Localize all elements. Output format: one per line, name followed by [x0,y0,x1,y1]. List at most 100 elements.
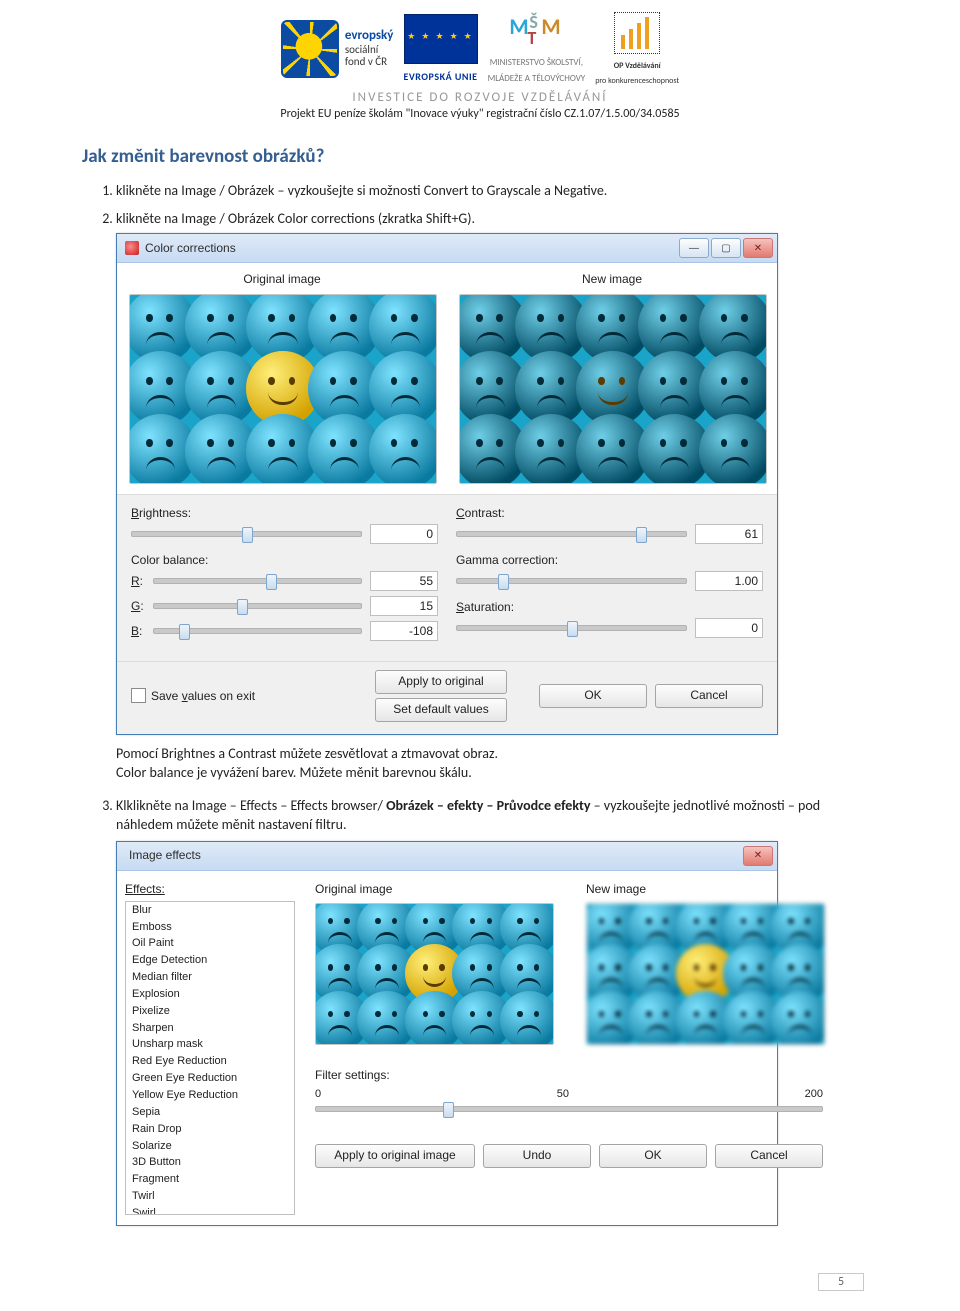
op-l1: OP Vzdělávání [614,62,661,71]
effects-item[interactable]: 3D Button [126,1154,294,1171]
window-titlebar[interactable]: Color corrections — ▢ ✕ [117,234,777,263]
ie-original-preview [315,903,554,1045]
gamma-value[interactable]: 1.00 [695,571,763,591]
app-icon [125,241,139,255]
effects-item[interactable]: Green Eye Reduction [126,1070,294,1087]
b-label: B: [131,623,145,639]
steps-list: klikněte na Image / Obrázek – vyzkoušejt… [116,182,870,1226]
eu-label: EVROPSKÁ UNIE [403,70,477,83]
step-1: klikněte na Image / Obrázek – vyzkoušejt… [116,182,870,201]
effects-item[interactable]: Yellow Eye Reduction [126,1087,294,1104]
step-3b: Obrázek – efekty – Průvodce efekty [386,797,590,814]
esf-text: evropský sociální fond v ČR [345,29,394,69]
cancel-button[interactable]: Cancel [655,684,763,708]
effects-item[interactable]: Edge Detection [126,952,294,969]
effects-item[interactable]: Twirl [126,1188,294,1205]
scale-0: 0 [315,1087,321,1102]
gamma-slider[interactable] [456,578,687,584]
msmt-l2: MLÁDEŽE A TĚLOVÝCHOVY [488,74,586,84]
after-step2-line2: Color balance je vyvážení barev. Můžete … [116,764,472,781]
ie-ok-button[interactable]: OK [599,1144,707,1168]
gamma-label: Gamma correction: [456,552,763,568]
minimize-button[interactable]: — [679,238,709,258]
filter-settings-label: Filter settings: [315,1068,390,1082]
header-logos: evropský sociální fond v ČR EVROPSKÁ UNI… [0,12,960,86]
close-button[interactable]: ✕ [743,238,773,258]
effects-item[interactable]: Oil Paint [126,935,294,952]
effects-label: Effects: [125,881,295,897]
ie-new-preview [586,903,825,1045]
save-values-checkbox[interactable]: Save values on exit [131,688,367,704]
effects-listbox[interactable]: BlurEmbossOil PaintEdge DetectionMedian … [125,901,295,1215]
step-2: klikněte na Image / Obrázek Color correc… [116,210,870,782]
effects-item[interactable]: Median filter [126,969,294,986]
effects-item[interactable]: Blur [126,902,294,919]
g-value[interactable]: 15 [370,596,438,616]
ie-window-title: Image effects [125,847,743,863]
window-title: Color corrections [145,240,679,256]
scale-200: 200 [805,1087,823,1102]
contrast-slider[interactable] [456,531,687,537]
saturation-label: Saturation: [456,599,763,615]
page-number: 5 [818,1273,864,1291]
r-value[interactable]: 55 [370,571,438,591]
step-2-text: klikněte na Image / Obrázek Color correc… [116,210,475,227]
eu-logo: EVROPSKÁ UNIE [403,14,477,83]
step-3: Klklikněte na Image – Effects – Effects … [116,797,870,1226]
filter-slider[interactable] [315,1106,823,1112]
saturation-slider[interactable] [456,625,687,631]
ie-apply-button[interactable]: Apply to original image [315,1144,475,1168]
ok-button[interactable]: OK [539,684,647,708]
effects-item[interactable]: Explosion [126,986,294,1003]
maximize-button[interactable]: ▢ [711,238,741,258]
ie-undo-button[interactable]: Undo [483,1144,591,1168]
effects-item[interactable]: Sharpen [126,1020,294,1037]
checkbox-icon [131,688,146,703]
r-slider[interactable] [153,578,362,584]
effects-item[interactable]: Swirl [126,1205,294,1215]
scale-50: 50 [557,1087,569,1102]
ie-cancel-button[interactable]: Cancel [715,1144,823,1168]
msmt-logo: MŠMT MINISTERSTVO ŠKOLSTVÍ, MLÁDEŽE A TĚ… [488,13,586,84]
effects-item[interactable]: Sepia [126,1104,294,1121]
g-label: G: [131,598,145,614]
b-slider[interactable] [153,628,362,634]
effects-item[interactable]: Rain Drop [126,1121,294,1138]
step-3a: Klklikněte na Image – Effects – Effects … [116,797,386,814]
contrast-label: Contrast: [456,505,763,521]
ie-close-button[interactable]: ✕ [743,846,773,866]
msmt-icon: MŠMT [509,13,563,49]
op-l2: pro konkurenceschopnost [595,77,679,86]
apply-to-original-button[interactable]: Apply to original [375,670,507,694]
brightness-label: BBrightness:rightness: [131,505,438,521]
saturation-value[interactable]: 0 [695,618,763,638]
effects-item[interactable]: Solarize [126,1138,294,1155]
effects-item[interactable]: Pixelize [126,1003,294,1020]
original-image-preview [129,294,437,484]
set-default-values-button[interactable]: Set default values [375,698,507,722]
color-corrections-window: Color corrections — ▢ ✕ Original image [116,233,778,735]
op-logo: OP Vzdělávání pro konkurenceschopnost [595,12,679,86]
effects-item[interactable]: Unsharp mask [126,1036,294,1053]
ie-new-label: New image [586,881,823,897]
brightness-slider[interactable] [131,531,362,537]
new-image-label: New image [459,271,765,287]
msmt-l1: MINISTERSTVO ŠKOLSTVÍ, [490,58,583,68]
effects-item[interactable]: Red Eye Reduction [126,1053,294,1070]
after-step2-line1: Pomocí Brightnes a Contrast můžete zesvě… [116,745,498,762]
brightness-value[interactable]: 0 [370,524,438,544]
g-slider[interactable] [153,603,362,609]
esf-l2: sociální [345,43,378,56]
esf-icon [281,20,339,78]
contrast-value[interactable]: 61 [695,524,763,544]
op-bars-icon [614,12,660,54]
ie-titlebar[interactable]: Image effects ✕ [117,842,777,871]
original-image-label: Original image [129,271,435,287]
esf-l3: fond v ČR [345,55,387,68]
effects-item[interactable]: Fragment [126,1171,294,1188]
effects-item[interactable]: Emboss [126,919,294,936]
invest-caption: INVESTICE DO ROZVOJE VZDĚLÁVÁNÍ [0,90,960,105]
b-value[interactable]: -108 [370,621,438,641]
image-effects-window: Image effects ✕ Effects: BlurEmbossOil P… [116,841,778,1226]
page-title: Jak změnit barevnost obrázků? [82,145,870,168]
